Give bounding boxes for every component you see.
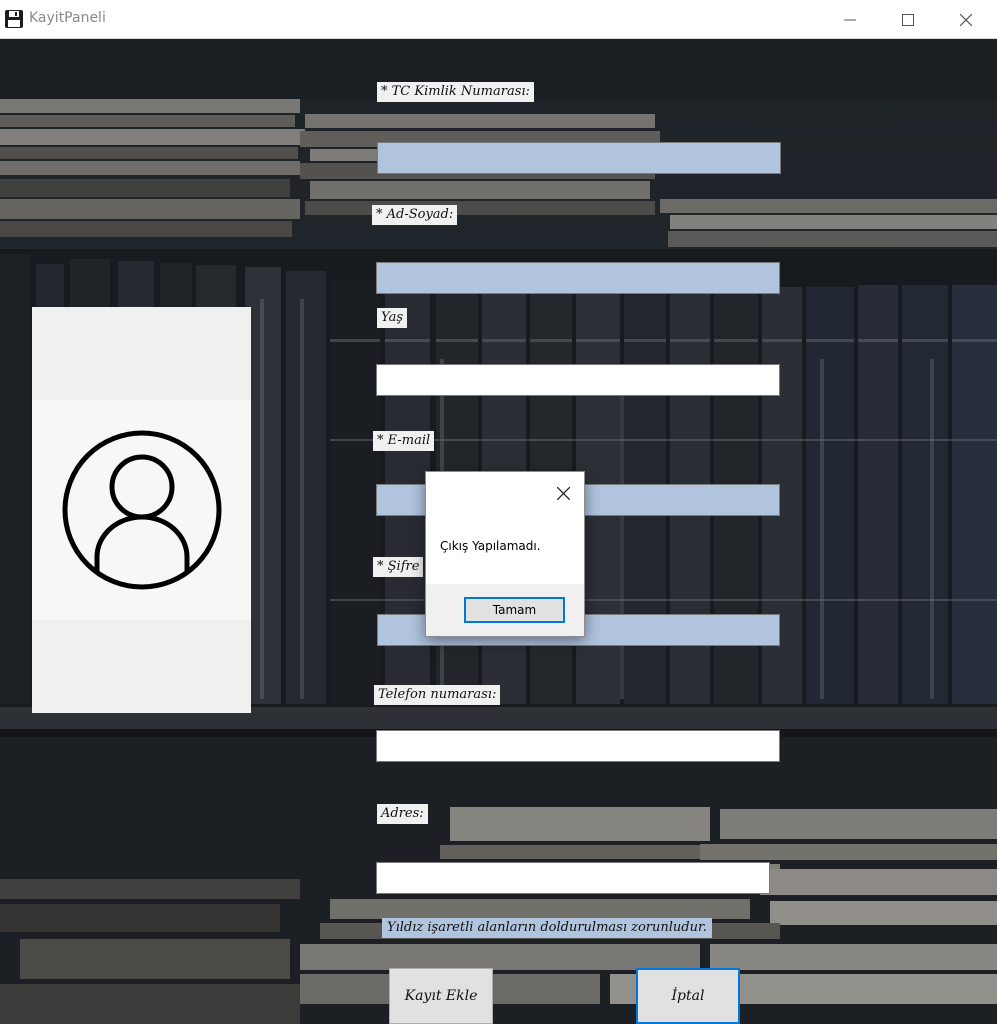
kayit-ekle-button[interactable]: Kayıt Ekle bbox=[389, 968, 493, 1024]
yas-input[interactable] bbox=[376, 364, 780, 396]
iptal-button[interactable]: İptal bbox=[636, 968, 740, 1024]
window-title: KayitPaneli bbox=[29, 10, 106, 26]
telefon-label: Telefon numarası: bbox=[374, 685, 501, 705]
maximize-icon bbox=[902, 13, 914, 26]
close-icon bbox=[556, 486, 570, 500]
email-label: * E-mail bbox=[373, 431, 435, 451]
adres-label: Adres: bbox=[377, 804, 428, 824]
minimize-icon bbox=[844, 19, 856, 20]
required-fields-note: Yıldız işaretli alanların doldurulması z… bbox=[382, 918, 712, 938]
close-button[interactable] bbox=[937, 0, 995, 39]
maximize-button[interactable] bbox=[879, 0, 937, 39]
profile-picture-box[interactable] bbox=[32, 307, 251, 713]
adsoyad-input[interactable] bbox=[376, 262, 780, 294]
title-bar: KayitPaneli bbox=[0, 0, 997, 39]
user-avatar-icon bbox=[62, 430, 222, 590]
dialog-message: Çıkış Yapılamadı. bbox=[440, 539, 541, 553]
minimize-button[interactable] bbox=[821, 0, 879, 39]
adres-input[interactable] bbox=[376, 862, 770, 894]
floppy-disk-icon bbox=[5, 10, 23, 28]
dialog-close-button[interactable] bbox=[552, 482, 574, 504]
dialog-footer: Tamam bbox=[426, 584, 584, 636]
tc-input[interactable] bbox=[377, 142, 781, 174]
sifre-label: * Şifre bbox=[373, 557, 424, 577]
close-icon bbox=[960, 13, 972, 26]
message-dialog: Çıkış Yapılamadı. Tamam bbox=[425, 471, 585, 637]
tamam-button[interactable]: Tamam bbox=[464, 597, 565, 623]
adsoyad-label: * Ad-Soyad: bbox=[372, 205, 458, 225]
yas-label: Yaş bbox=[377, 308, 407, 328]
tc-label: * TC Kimlik Numarası: bbox=[377, 82, 534, 102]
telefon-input[interactable] bbox=[376, 730, 780, 762]
